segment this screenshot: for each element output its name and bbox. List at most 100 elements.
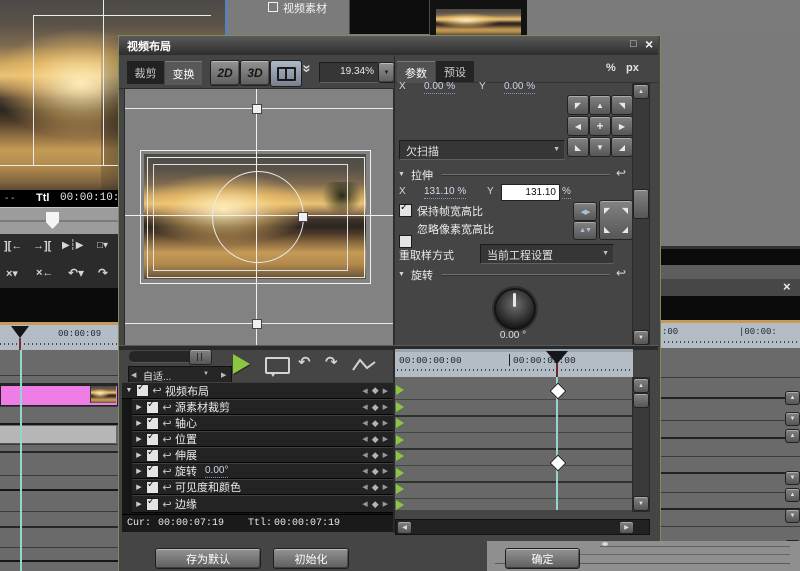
keyframe-diamond-layout[interactable]: [550, 383, 567, 400]
delete-icon[interactable]: ×▾: [6, 267, 18, 280]
next-keyframe-icon[interactable]: ▶: [383, 500, 388, 508]
next-keyframe-icon[interactable]: ▶: [383, 483, 388, 491]
add-keyframe-icon[interactable]: ◆: [372, 482, 379, 493]
view-2d-button[interactable]: 2D: [210, 60, 240, 86]
track-checkbox[interactable]: ✓: [146, 465, 159, 478]
expand-icon[interactable]: ▶: [132, 451, 146, 459]
track-checkbox[interactable]: ✓: [136, 384, 149, 397]
anim-preset-spinner[interactable]: ◀ 自适... ▼ ▶: [128, 366, 232, 383]
bg-timeline-ruler-right[interactable]: :00 |00:00:: [660, 323, 800, 348]
stretch-collapse-icon[interactable]: ▼: [398, 171, 405, 178]
add-keyframe-icon[interactable]: ◆: [372, 385, 379, 396]
track-reset-icon[interactable]: ↩: [159, 465, 175, 478]
shuttle-pointer[interactable]: [46, 212, 59, 229]
redo-icon[interactable]: ↷: [325, 353, 338, 371]
undo-icon[interactable]: ↶: [298, 353, 311, 371]
tab-presets[interactable]: 预设: [436, 61, 474, 82]
prev-keyframe-icon[interactable]: ◀: [362, 467, 367, 475]
rotation-collapse-icon[interactable]: ▼: [398, 271, 405, 278]
mark-out-icon[interactable]: →][: [33, 240, 51, 252]
ok-button[interactable]: 确定: [505, 548, 580, 569]
track-scroll-up[interactable]: ▲: [785, 429, 800, 443]
resample-dropdown[interactable]: 当前工程设置 ▼: [480, 244, 614, 264]
keyframe-start-marker[interactable]: [396, 451, 404, 461]
keyframe-start-marker[interactable]: [396, 468, 404, 478]
scroll-up-button[interactable]: ▲: [633, 378, 649, 393]
panel-close-icon[interactable]: ×: [783, 279, 791, 294]
add-keyframe-icon[interactable]: ◆: [372, 434, 379, 445]
fit-frame-button[interactable]: ◤ ◥ ◣ ◢: [599, 200, 633, 240]
close-icon[interactable]: ×: [645, 36, 653, 52]
track-scroll-up[interactable]: ▲: [785, 391, 800, 405]
track-reset-icon[interactable]: ↩: [159, 449, 175, 462]
zoom-value-field[interactable]: 19.34%: [319, 62, 379, 83]
scroll-down-button[interactable]: ▼: [633, 330, 649, 345]
handle-top[interactable]: [252, 104, 262, 114]
track-row-stretch[interactable]: ▶ ✓ ↩ 伸展 ◀ ◆ ▶: [132, 447, 393, 463]
track-reset-icon[interactable]: ↩: [159, 481, 175, 494]
stretch-h-arrows-button[interactable]: ◀▶: [573, 202, 597, 221]
dialog-titlebar[interactable]: 视频布局 □ ×: [119, 36, 658, 55]
next-keyframe-icon[interactable]: ▶: [383, 467, 388, 475]
track-reset-icon[interactable]: ↩: [149, 384, 165, 397]
scroll-right-button[interactable]: ▶: [619, 521, 634, 534]
track-reset-icon[interactable]: ↩: [159, 498, 175, 511]
track-row-edge[interactable]: ▶ ✓ ↩ 边缘 ◀ ◆ ▶: [132, 495, 393, 513]
pad-right-button[interactable]: ▶: [611, 116, 633, 136]
track-checkbox[interactable]: ✓: [146, 401, 159, 414]
prev-keyframe-icon[interactable]: ◀: [362, 419, 367, 427]
timeline-zoom-handle[interactable]: [189, 349, 212, 365]
ripple-delete-icon[interactable]: ×←: [36, 267, 53, 279]
stretch-x-value[interactable]: 131.10 %: [424, 186, 466, 199]
expand-icon[interactable]: ▶: [132, 483, 146, 491]
next-keyframe-icon[interactable]: ▶: [383, 403, 388, 411]
undo-icon[interactable]: ↶▾: [68, 266, 84, 280]
keyframe-start-marker[interactable]: [396, 418, 404, 428]
stretch-v-arrows-button[interactable]: ▲▼: [573, 221, 597, 240]
fit-view-button[interactable]: [270, 60, 302, 87]
expand-icon[interactable]: ▶: [132, 419, 146, 427]
track-reset-icon[interactable]: ↩: [159, 417, 175, 430]
keyframe-v-scrollbar[interactable]: ▲ ▼: [632, 377, 650, 512]
bg-playhead-line-left[interactable]: [20, 350, 22, 571]
tab-crop[interactable]: 裁剪: [127, 61, 164, 84]
track-checkbox[interactable]: ✓: [146, 417, 159, 430]
mark-in-icon[interactable]: ][←: [4, 240, 22, 252]
save-default-button[interactable]: 存为默认: [155, 548, 261, 569]
track-row-source-crop[interactable]: ▶ ✓ ↩ 源素材裁剪 ◀ ◆ ▶: [132, 399, 393, 415]
add-keyframe-icon[interactable]: ◆: [372, 402, 379, 413]
handle-circle[interactable]: [298, 212, 308, 222]
pad-down-button[interactable]: ▼: [589, 137, 611, 157]
bg-playhead-triangle[interactable]: [11, 326, 29, 338]
track-checkbox[interactable]: ✓: [146, 449, 159, 462]
scroll-up-button[interactable]: ▲: [633, 84, 649, 99]
scroll-down-button[interactable]: ▼: [633, 496, 649, 511]
view-3d-button[interactable]: 3D: [240, 60, 270, 86]
add-keyframe-icon[interactable]: ◆: [372, 418, 379, 429]
bin-thumbnail-dark[interactable]: [349, 0, 430, 34]
underscan-dropdown[interactable]: 欠扫描 ▼: [399, 140, 565, 160]
play-button[interactable]: [233, 354, 250, 374]
tab-transform[interactable]: 变换: [165, 61, 202, 85]
track-scroll-down[interactable]: ▼: [785, 509, 800, 523]
next-keyframe-icon[interactable]: ▶: [383, 419, 388, 427]
next-keyframe-icon[interactable]: ▶: [383, 387, 388, 395]
expand-icon[interactable]: ▶: [132, 435, 146, 443]
track-checkbox[interactable]: ✓: [146, 481, 159, 494]
track-rotation-value[interactable]: 0.00°: [205, 465, 228, 478]
pad-center-button[interactable]: +: [589, 116, 611, 136]
stretch-y-input[interactable]: 131.10: [501, 184, 560, 201]
unit-pixels-button[interactable]: px: [626, 62, 639, 74]
stretch-reset-icon[interactable]: ↩: [616, 166, 626, 180]
unit-percent-button[interactable]: %: [606, 62, 616, 74]
expand-icon[interactable]: ▼: [122, 387, 136, 394]
keyframe-h-scrollbar[interactable]: ◀ ▶: [395, 519, 650, 535]
track-scroll-down[interactable]: ▼: [785, 471, 800, 485]
spinner-right-icon[interactable]: ▶: [221, 371, 226, 379]
curve-editor-icon[interactable]: [352, 357, 376, 372]
pad-up-button[interactable]: ▲: [589, 95, 611, 115]
bg-clip-gray[interactable]: [0, 426, 116, 444]
keyframe-tracks[interactable]: [395, 377, 633, 510]
prev-keyframe-icon[interactable]: ◀: [362, 451, 367, 459]
bg-timeline-ruler-left[interactable]: 00:00:09: [0, 325, 118, 350]
